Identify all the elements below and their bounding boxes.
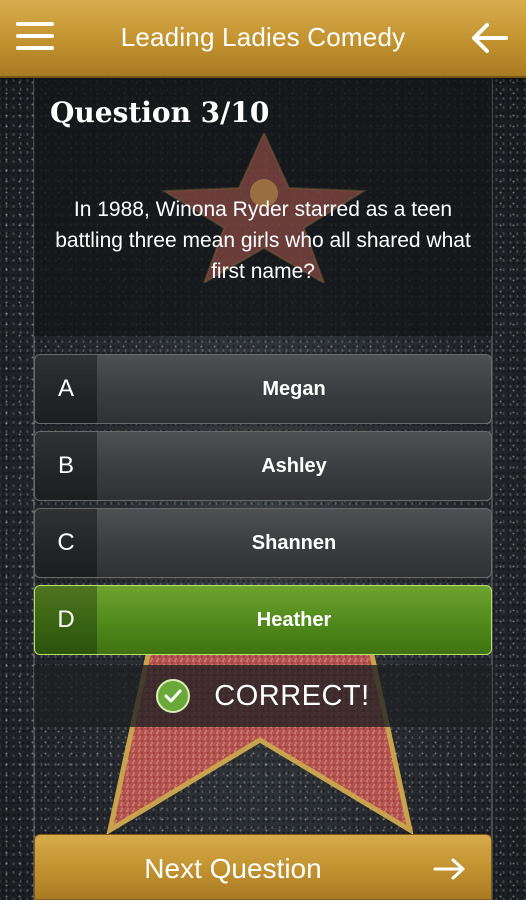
top-bar: Leading Ladies Comedy [0, 0, 526, 78]
answer-label: Heather [256, 608, 332, 631]
answer-letter: D [35, 586, 97, 654]
answer-letter: B [35, 432, 97, 500]
answer-letter: A [35, 355, 97, 423]
question-text: In 1988, Winona Ryder starred as a teen … [55, 198, 471, 283]
next-question-label: Next Question [144, 853, 322, 884]
answer-option-a[interactable]: A Megan [34, 354, 492, 424]
answer-option-b[interactable]: B Ashley [34, 431, 492, 501]
result-banner: CORRECT! [34, 665, 492, 727]
answer-option-d[interactable]: D Heather [34, 585, 492, 655]
next-question-button[interactable]: Next Question [34, 834, 492, 900]
answer-letter: C [35, 509, 97, 577]
result-text: CORRECT! [214, 679, 370, 712]
question-number: Question 3/10 [50, 96, 270, 129]
question-panel: Question 3/10 In 1988, Winona Ryder star… [34, 78, 492, 336]
arrow-left-icon[interactable] [470, 20, 510, 56]
arrow-right-icon [433, 858, 465, 880]
page-title: Leading Ladies Comedy [120, 22, 406, 52]
answer-option-c[interactable]: C Shannen [34, 508, 492, 578]
answer-label: Megan [262, 377, 326, 400]
answer-label: Shannen [251, 531, 337, 554]
answer-label: Ashley [261, 454, 327, 477]
check-circle-icon [156, 679, 191, 713]
